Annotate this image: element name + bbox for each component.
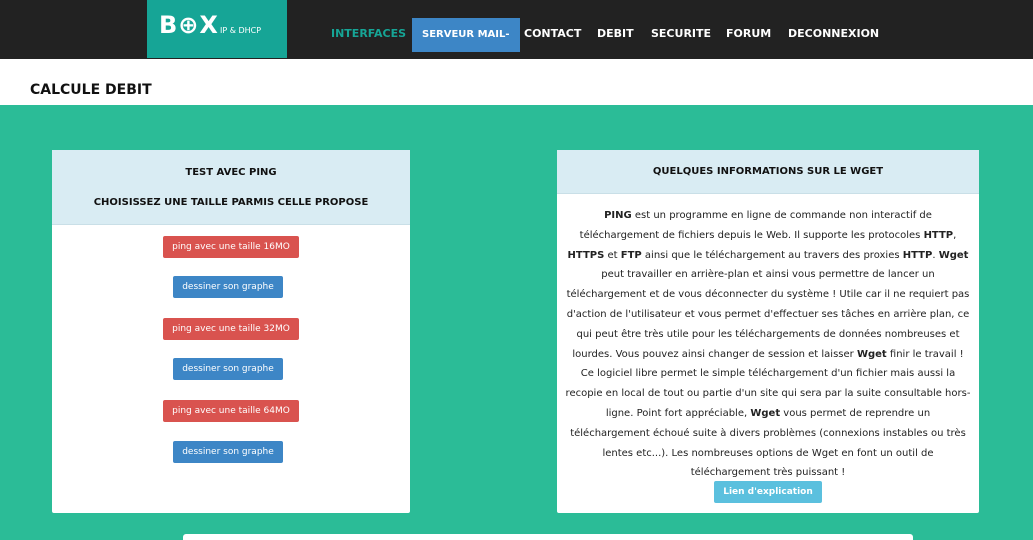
nav-contact[interactable]: CONTACT	[524, 0, 581, 59]
wget-text-run: peut travailler en arrière-plan et ainsi…	[566, 269, 970, 360]
page-title: CALCULE DEBIT	[30, 82, 152, 98]
brand-logo[interactable]: B⊕X IP & DHCP	[147, 0, 287, 58]
brand-name: B⊕X	[159, 11, 219, 39]
nav-debit[interactable]: DEBIT	[597, 0, 634, 59]
nav-interfaces[interactable]: INTERFACES	[331, 0, 406, 59]
top-navbar: B⊕X IP & DHCP INTERFACES SERVEUR MAIL- C…	[0, 0, 1033, 59]
ping-panel-heading: TEST AVEC PING	[185, 167, 277, 178]
ping-test-panel: TEST AVEC PING CHOISISSEZ UNE TAILLE PAR…	[52, 150, 410, 513]
graph-64mo-button[interactable]: dessiner son graphe	[173, 441, 283, 463]
wget-text-bold: PING	[604, 210, 632, 221]
wget-info-panel: QUELQUES INFORMATIONS SUR LE WGET PING e…	[557, 150, 979, 513]
wget-text-bold: HTTP	[902, 249, 933, 261]
wget-text-bold: FTP	[620, 249, 642, 261]
brand-subtitle: IP & DHCP	[220, 26, 262, 35]
wget-text-run: ,	[953, 229, 957, 241]
wget-text-run: est un programme en ligne de commande no…	[579, 210, 932, 241]
ping-panel-header: TEST AVEC PING CHOISISSEZ UNE TAILLE PAR…	[52, 150, 410, 225]
nav-forum[interactable]: FORUM	[726, 0, 771, 59]
wget-text-bold: Wget	[938, 249, 969, 261]
wget-description: PING est un programme en ligne de comman…	[565, 206, 971, 483]
nav-securite[interactable]: SECURITE	[651, 0, 711, 59]
wget-text-bold: Wget	[856, 348, 887, 360]
nav-serveur-mail-dropdown[interactable]: SERVEUR MAIL-	[412, 18, 520, 52]
explanation-link-button[interactable]: Lien d'explication	[714, 481, 822, 503]
bottom-panel	[183, 534, 913, 540]
wget-text-run: ainsi que le téléchargement au travers d…	[641, 249, 903, 261]
graph-32mo-button[interactable]: dessiner son graphe	[173, 358, 283, 380]
wget-text-run: et	[604, 249, 621, 261]
ping-panel-subheading: CHOISISSEZ UNE TAILLE PARMIS CELLE PROPO…	[93, 197, 369, 208]
wget-panel-header: QUELQUES INFORMATIONS SUR LE WGET	[557, 150, 979, 194]
graph-16mo-button[interactable]: dessiner son graphe	[173, 276, 283, 298]
nav-deconnexion[interactable]: DECONNEXION	[788, 0, 879, 59]
wget-text-bold: Wget	[750, 407, 781, 419]
wget-text-bold: HTTPS	[567, 249, 605, 261]
wget-panel-heading: QUELQUES INFORMATIONS SUR LE WGET	[652, 166, 884, 177]
ping-32mo-button[interactable]: ping avec une taille 32MO	[163, 318, 299, 340]
wget-text-bold: HTTP	[923, 229, 954, 241]
ping-16mo-button[interactable]: ping avec une taille 16MO	[163, 236, 299, 258]
ping-64mo-button[interactable]: ping avec une taille 64MO	[163, 400, 299, 422]
